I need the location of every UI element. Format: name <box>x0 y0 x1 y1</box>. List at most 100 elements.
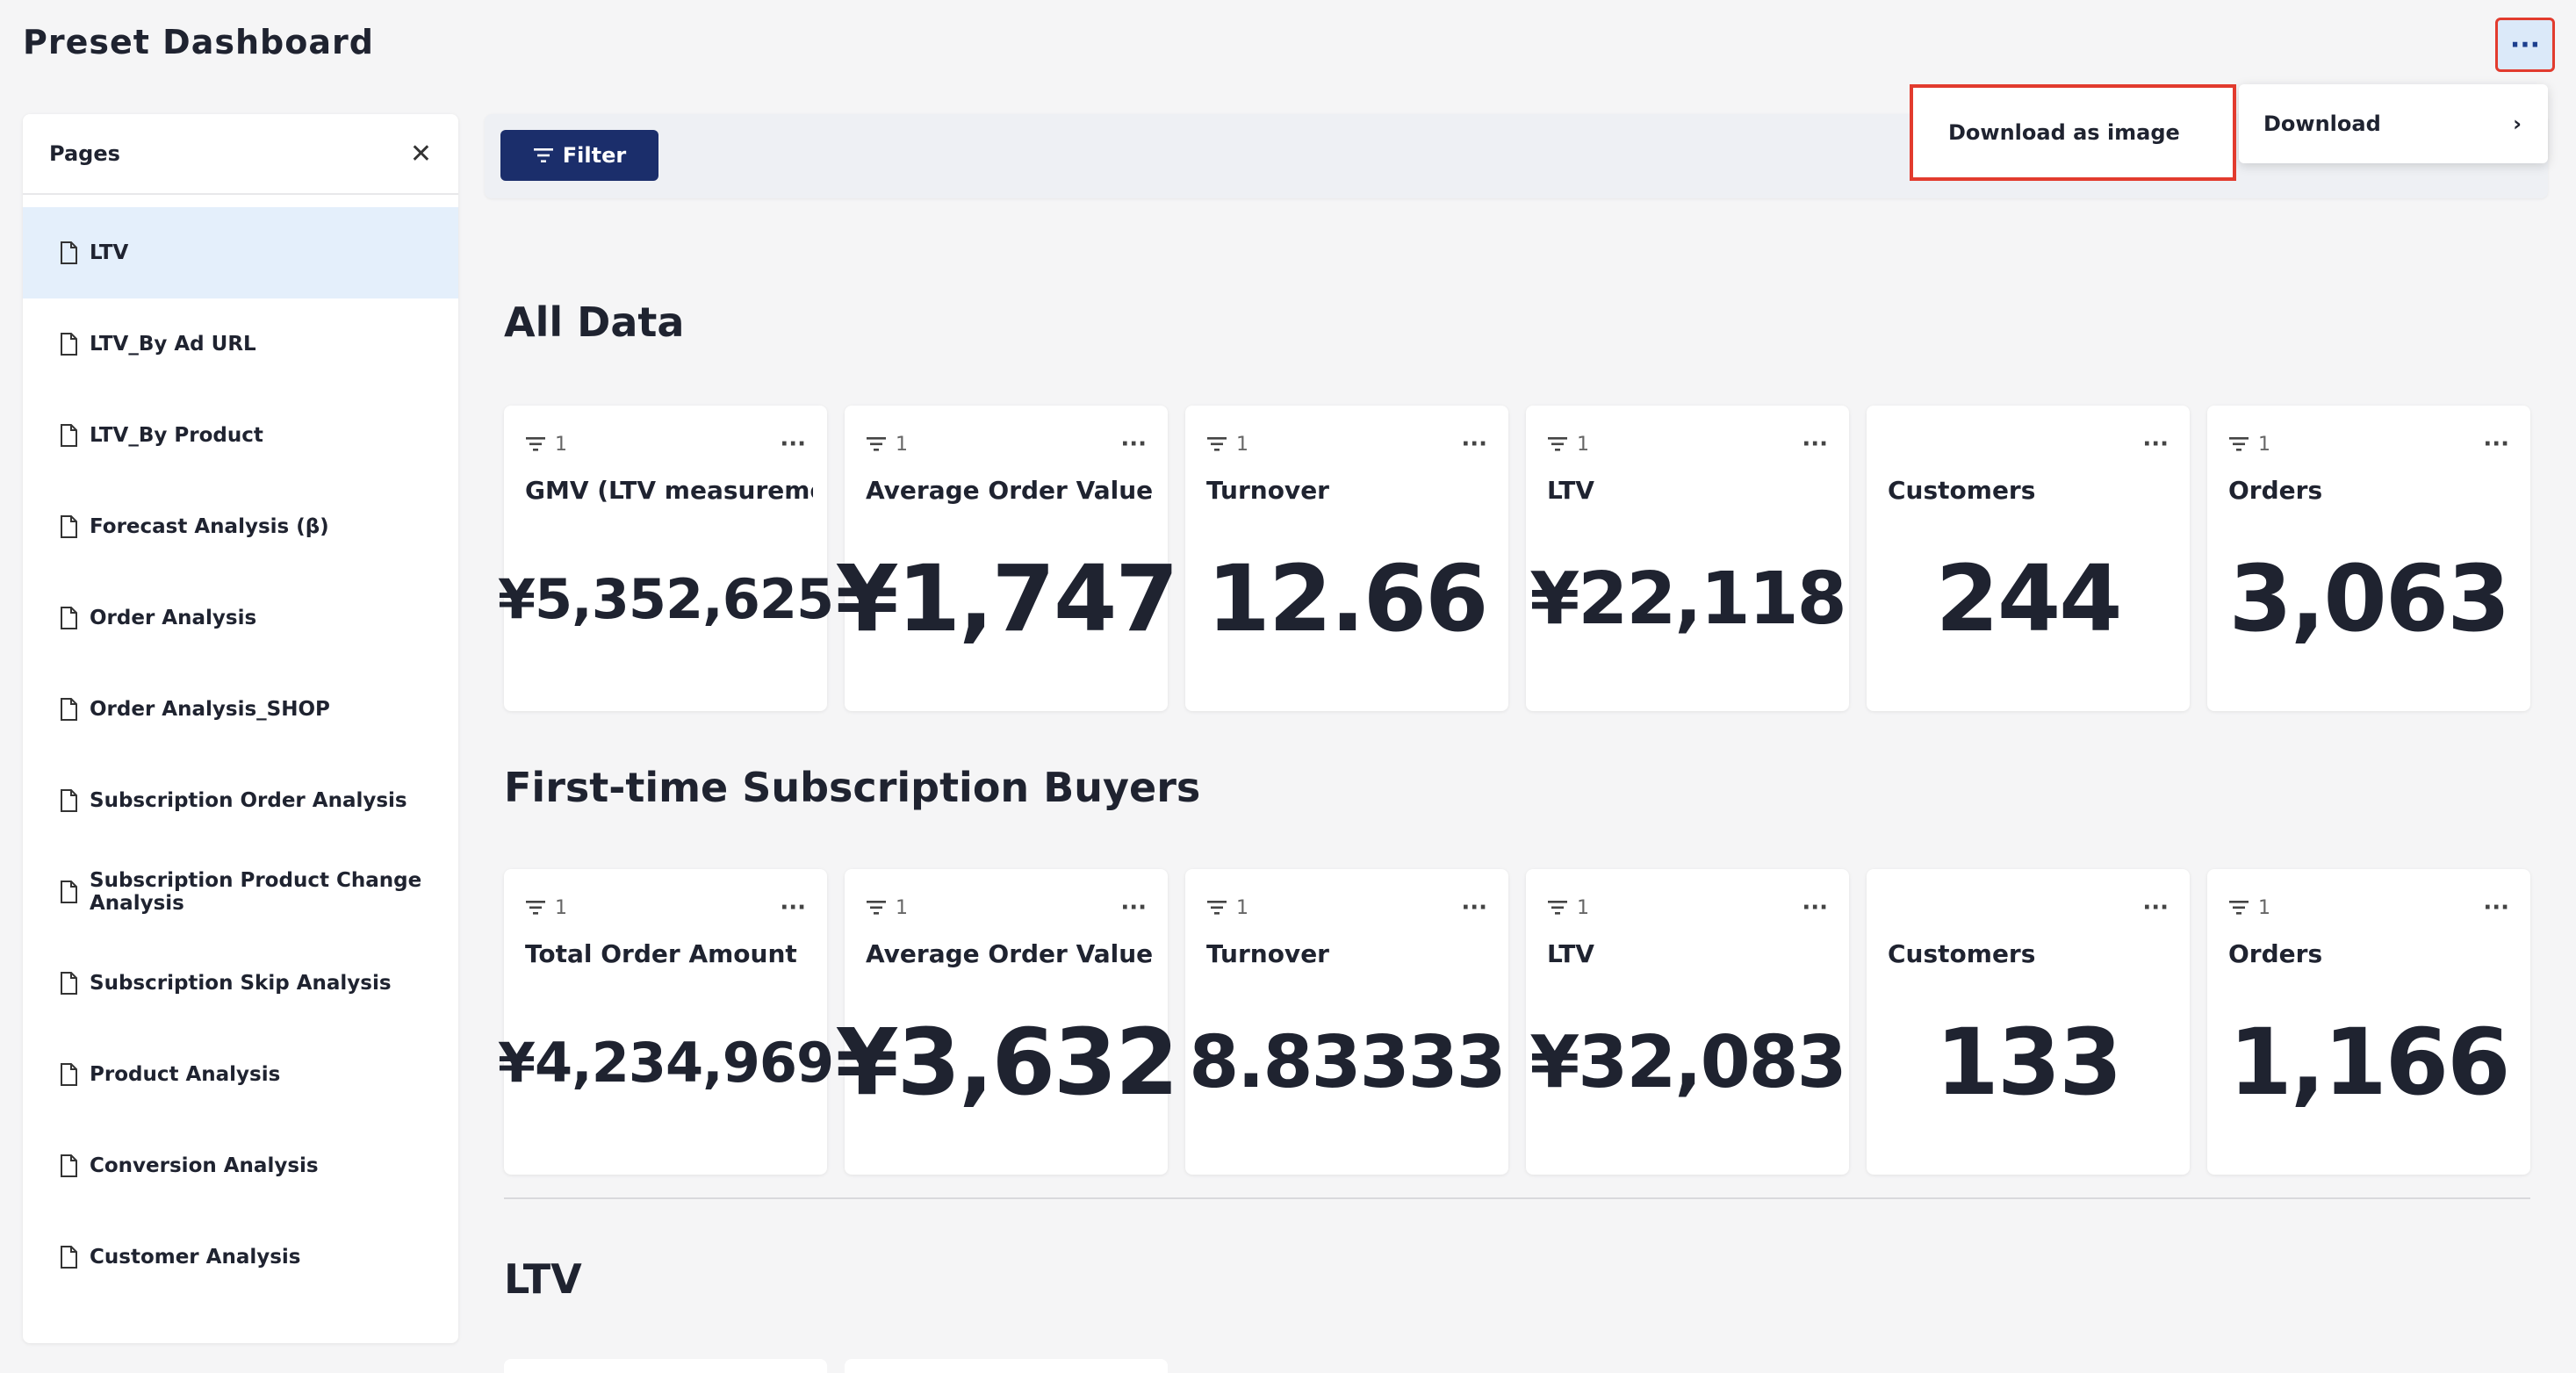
filter-icon <box>867 901 886 915</box>
sidebar: Pages ✕ LTV LTV_By Ad URL LTV_By Product Fo… <box>23 114 458 1343</box>
filter-count: 1 <box>2228 434 2270 456</box>
kpi-card: 1 ··· Total Order Amount ¥4,234,969 <box>498 869 834 1175</box>
kpi-card: 1 ··· Orders 3,063 <box>2207 406 2530 711</box>
sidebar-list: LTV LTV_By Ad URL LTV_By Product Forecast A… <box>23 195 458 1303</box>
filter-icon <box>533 148 553 162</box>
sidebar-item[interactable]: LTV <box>23 207 458 298</box>
more-icon[interactable]: ··· <box>1461 895 1487 921</box>
more-icon[interactable]: ··· <box>2483 431 2509 457</box>
kpi-value: ¥1,747 <box>835 545 1178 652</box>
filter-count: 1 <box>1547 897 1589 919</box>
filter-icon <box>1548 901 1567 915</box>
kpi-value: 244 <box>1935 545 2122 652</box>
filter-count: 1 <box>2228 897 2270 919</box>
section-title-ltv: LTV <box>504 1255 582 1303</box>
kpi-card: 1 ··· Average Order Value ¥3,632 <box>835 869 1179 1175</box>
sidebar-item[interactable]: Subscription Product Change Analysis <box>23 846 458 938</box>
sidebar-item-label: Subscription Order Analysis <box>90 789 407 812</box>
filter-count: 1 <box>1206 897 1248 919</box>
page-title: Preset Dashboard <box>23 23 374 61</box>
filter-icon <box>1207 437 1227 451</box>
close-icon[interactable]: ✕ <box>410 139 432 169</box>
filter-icon <box>1207 901 1227 915</box>
filter-count: 1 <box>525 897 567 919</box>
filter-button[interactable]: Filter <box>500 130 658 181</box>
filter-count-value: 1 <box>555 896 567 919</box>
document-icon <box>61 1246 77 1269</box>
more-menu-button[interactable]: ··· <box>2495 18 2555 72</box>
sidebar-item[interactable]: Forecast Analysis (β) <box>23 481 458 572</box>
download-image-label: Download as image <box>1948 120 2180 145</box>
card-toolbar: 1 ··· <box>1206 890 1487 925</box>
more-icon[interactable]: ··· <box>2142 895 2169 921</box>
kpi-card: 1 ··· Average Order Value ¥1,747 <box>835 406 1179 711</box>
sidebar-item-label: Conversion Analysis <box>90 1154 319 1177</box>
filter-count: 1 <box>1547 434 1589 456</box>
kpi-label: LTV <box>1547 476 1594 505</box>
sidebar-item[interactable]: LTV_By Product <box>23 390 458 481</box>
sidebar-item-label: Subscription Skip Analysis <box>90 972 392 995</box>
sidebar-item[interactable]: Order Analysis_SHOP <box>23 664 458 755</box>
section-divider <box>504 1197 2530 1199</box>
sidebar-item-label: Product Analysis <box>90 1063 281 1086</box>
chevron-right-icon: › <box>2513 111 2522 136</box>
document-icon <box>61 972 77 995</box>
filter-icon <box>2229 437 2249 451</box>
section-title-all-data: All Data <box>504 298 685 346</box>
kpi-value: ¥3,632 <box>835 1009 1178 1116</box>
card-toolbar: 1 ··· <box>1547 890 1828 925</box>
more-icon[interactable]: ··· <box>1120 895 1147 921</box>
more-icon[interactable]: ··· <box>780 895 806 921</box>
sidebar-item[interactable]: Customer Analysis <box>23 1211 458 1303</box>
kpi-value: 12.66 <box>1206 545 1489 652</box>
card-toolbar: 1 ··· <box>1547 427 1828 462</box>
filter-count-value: 1 <box>1577 433 1589 456</box>
sidebar-item[interactable]: Subscription Skip Analysis <box>23 938 458 1029</box>
card-toolbar: 1 ··· <box>1206 427 1487 462</box>
sidebar-item[interactable]: LTV_By Ad URL <box>23 298 458 390</box>
sidebar-item[interactable]: Conversion Analysis <box>23 1120 458 1211</box>
sidebar-header: Pages ✕ <box>23 114 458 195</box>
more-icon[interactable]: ··· <box>2483 895 2509 921</box>
filter-count: 1 <box>866 434 908 456</box>
kpi-label: Turnover <box>1206 476 1329 505</box>
more-icon[interactable]: ··· <box>1802 431 1828 457</box>
more-icon[interactable]: ··· <box>1802 895 1828 921</box>
card-toolbar: 1 ··· <box>2228 427 2509 462</box>
filter-icon <box>526 437 545 451</box>
card-toolbar: 1 ··· <box>525 427 806 462</box>
document-icon <box>61 241 77 264</box>
sidebar-item-label: LTV <box>90 241 129 264</box>
sidebar-item-label: Order Analysis <box>90 607 257 629</box>
document-icon <box>61 607 77 629</box>
kpi-label: LTV <box>1547 939 1594 968</box>
filter-icon <box>2229 901 2249 915</box>
card-toolbar: 1 ··· <box>866 890 1147 925</box>
sidebar-item-label: Forecast Analysis (β) <box>90 515 329 538</box>
sidebar-item-label: Order Analysis_SHOP <box>90 698 330 721</box>
more-icon[interactable]: ··· <box>1461 431 1487 457</box>
download-image-menu-item[interactable]: Download as image <box>1910 84 2236 181</box>
filter-icon <box>526 901 545 915</box>
filter-count-value: 1 <box>2258 433 2270 456</box>
filter-button-label: Filter <box>562 143 627 168</box>
card-toolbar: 1 ··· <box>2228 890 2509 925</box>
more-icon[interactable]: ··· <box>2142 431 2169 457</box>
filter-icon <box>867 437 886 451</box>
more-icon[interactable]: ··· <box>780 431 806 457</box>
kpi-card: ··· Customers 244 <box>1867 406 2190 711</box>
more-icon[interactable]: ··· <box>1120 431 1147 457</box>
sidebar-item[interactable]: Product Analysis <box>23 1029 458 1120</box>
filter-count-value: 1 <box>555 433 567 456</box>
sidebar-item[interactable]: Order Analysis <box>23 572 458 664</box>
kpi-label: Customers <box>1888 939 2036 968</box>
filter-count-value: 1 <box>896 896 908 919</box>
download-menu-item[interactable]: Download › <box>2239 84 2548 163</box>
document-icon <box>61 789 77 812</box>
section-title-first-subscription: First-time Subscription Buyers <box>504 764 1201 811</box>
kpi-card <box>504 1359 827 1373</box>
sidebar-item[interactable]: Subscription Order Analysis <box>23 755 458 846</box>
card-toolbar: 1 ··· <box>866 427 1147 462</box>
document-icon <box>61 1154 77 1177</box>
document-icon <box>61 515 77 538</box>
